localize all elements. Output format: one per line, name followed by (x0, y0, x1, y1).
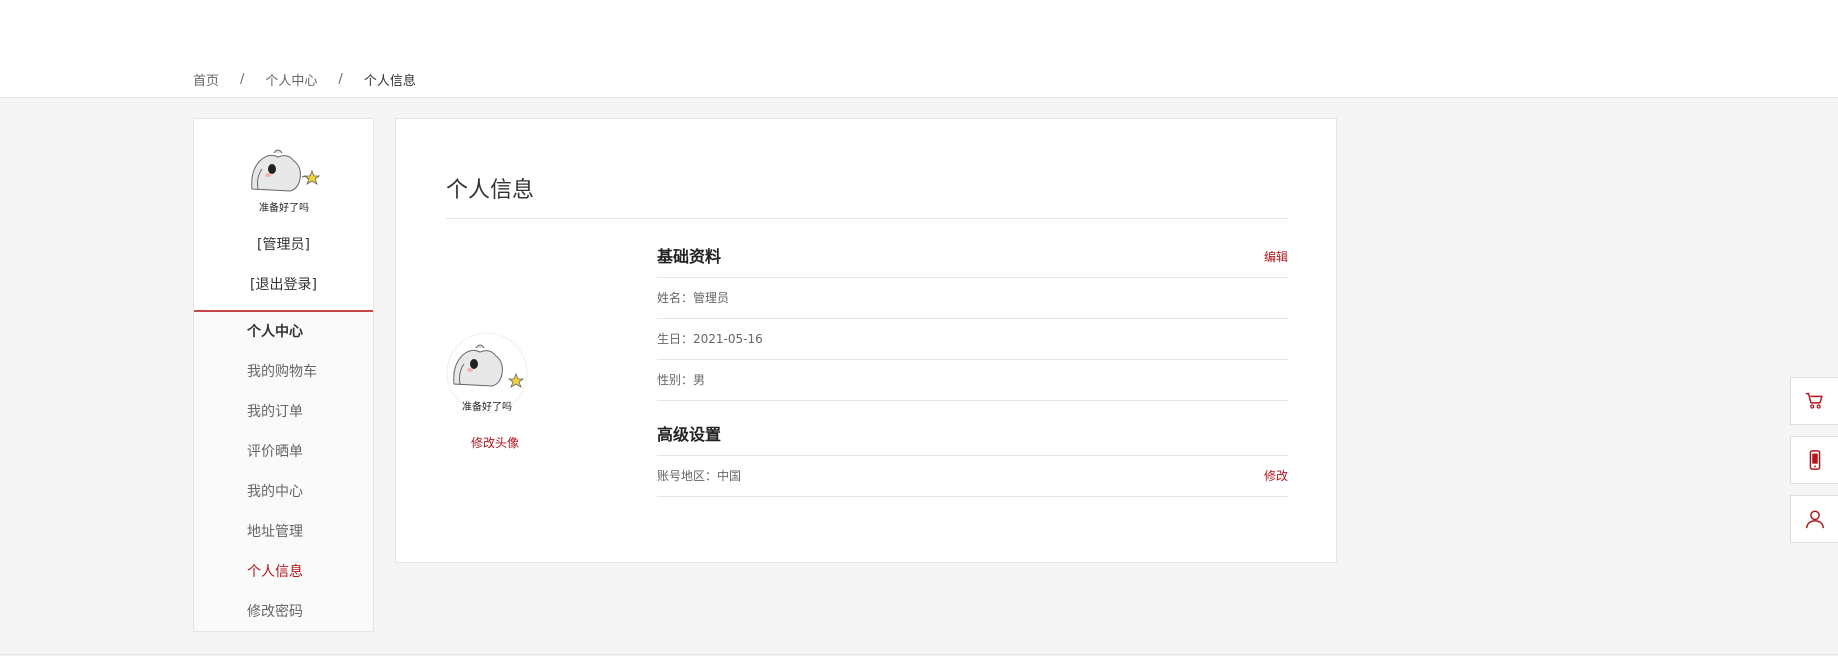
edit-link[interactable]: 编辑 (1264, 237, 1288, 277)
breadcrumb: 首页 / 个人中心 / 个人信息 (193, 70, 416, 89)
phone-button[interactable] (1790, 436, 1838, 484)
avatar: 准备好了吗 (251, 149, 321, 214)
page-title: 个人信息 (446, 178, 535, 203)
gender-row: 性别：男 (657, 360, 1288, 401)
main-panel: 个人信息 准备好了吗 修改头像 基础资料 编辑 姓名：管理员 生日：2021-0… (395, 118, 1337, 563)
change-avatar-link[interactable]: 修改头像 (446, 434, 544, 451)
basic-info-title: 基础资料 (657, 247, 722, 266)
title-divider (446, 218, 1288, 219)
advanced-settings-title: 高级设置 (657, 425, 722, 444)
sidebar-item-my-center[interactable]: 我的中心 (194, 472, 373, 512)
region-value: 账号地区：中国 (657, 469, 742, 483)
sidebar-item-change-password[interactable]: 修改密码 (194, 592, 373, 632)
breadcrumb-center[interactable]: 个人中心 (265, 70, 317, 89)
profile-info: 基础资料 编辑 姓名：管理员 生日：2021-05-16 性别：男 高级设置 账… (657, 237, 1288, 497)
profile-avatar: 准备好了吗 (446, 332, 528, 414)
advanced-settings-header: 高级设置 (657, 415, 1288, 456)
sidebar-item-personal-info[interactable]: 个人信息 (194, 552, 373, 592)
sidebar-item-address[interactable]: 地址管理 (194, 512, 373, 552)
birthday-row: 生日：2021-05-16 (657, 319, 1288, 360)
user-role: [管理员] (257, 237, 310, 253)
region-row: 账号地区：中国 修改 (657, 456, 1288, 497)
breadcrumb-separator: / (338, 72, 343, 87)
basic-info-header: 基础资料 编辑 (657, 237, 1288, 278)
breadcrumb-home[interactable]: 首页 (193, 70, 219, 89)
svg-text:准备好了吗: 准备好了吗 (259, 201, 309, 214)
logout-link[interactable]: [退出登录] (194, 274, 373, 294)
svg-text:准备好了吗: 准备好了吗 (462, 400, 512, 413)
sidebar-menu: 个人中心 我的购物车 我的订单 评价晒单 我的中心 地址管理 个人信息 修改密码 (194, 312, 373, 631)
sidebar: 准备好了吗 [管理员] [退出登录] 个人中心 我的购物车 我的订单 评价晒单 … (193, 118, 374, 632)
user-button[interactable] (1790, 495, 1838, 543)
user-icon (1805, 510, 1824, 529)
breadcrumb-current: 个人信息 (363, 74, 416, 89)
cart-icon (1805, 392, 1823, 409)
phone-icon (1809, 450, 1820, 470)
sidebar-item-orders[interactable]: 我的订单 (194, 392, 373, 432)
modify-link[interactable]: 修改 (1264, 456, 1288, 496)
cart-button[interactable] (1790, 377, 1838, 425)
sidebar-item-cart[interactable]: 我的购物车 (194, 352, 373, 392)
top-header: 首页 / 个人中心 / 个人信息 (0, 0, 1838, 98)
sidebar-item-personal-center[interactable]: 个人中心 (194, 312, 373, 352)
sidebar-item-reviews[interactable]: 评价晒单 (194, 432, 373, 472)
footer-divider (0, 654, 1838, 655)
breadcrumb-separator: / (240, 72, 245, 87)
sidebar-profile: 准备好了吗 [管理员] [退出登录] (194, 119, 373, 312)
name-row: 姓名：管理员 (657, 278, 1288, 319)
